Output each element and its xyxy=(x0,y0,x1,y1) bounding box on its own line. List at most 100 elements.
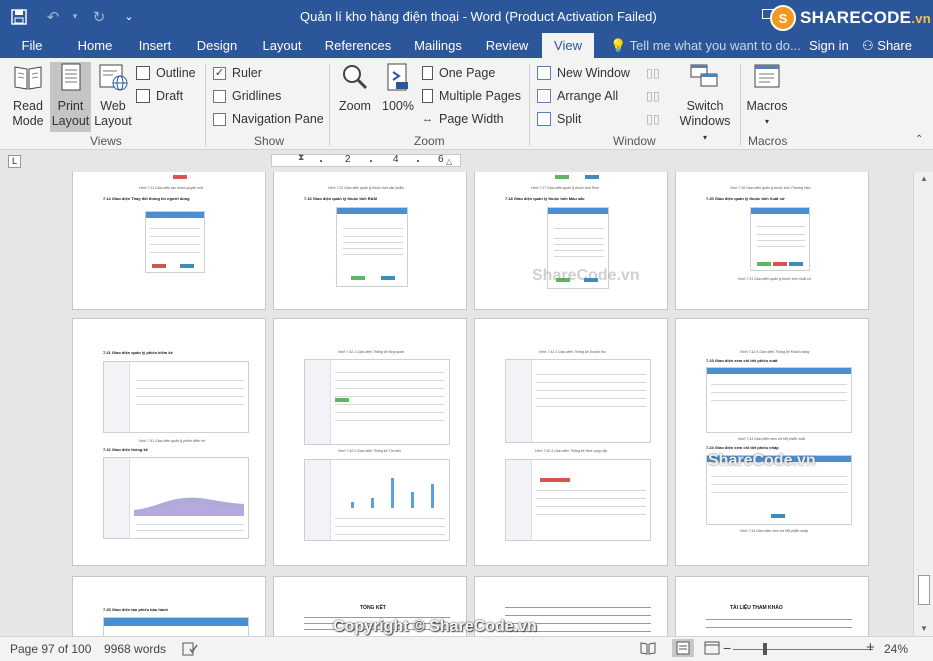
group-show-label: Show xyxy=(254,134,285,148)
web-layout-button[interactable]: Web Layout xyxy=(92,62,134,132)
sharecode-logo: S SHARECODE.vn xyxy=(770,5,931,31)
indent-marker-icon[interactable]: ⧗ xyxy=(298,152,304,163)
tab-review[interactable]: Review xyxy=(478,33,536,58)
zoom-in-icon[interactable]: + xyxy=(866,639,875,656)
page-thumbnail[interactable]: Hình 7.42.5 Giao diện Thống kê Khách hàn… xyxy=(675,318,869,566)
split-icon xyxy=(537,112,551,126)
zoom-button[interactable]: Zoom xyxy=(334,62,376,132)
print-layout-view-icon[interactable] xyxy=(672,639,694,657)
customize-qat-icon[interactable]: ⌄ xyxy=(116,0,142,33)
undo-icon[interactable]: ↶ xyxy=(38,0,68,33)
tab-references[interactable]: References xyxy=(318,33,398,58)
reset-window-position-icon[interactable]: ▯▯ xyxy=(646,109,660,129)
one-page-icon xyxy=(422,66,433,80)
screenshot-thumbnail xyxy=(505,359,651,443)
split-button[interactable]: Split xyxy=(537,109,581,129)
logo-mark-icon: S xyxy=(770,5,796,31)
screenshot-thumbnail xyxy=(304,459,450,541)
page-thumbnail[interactable]: Hình 7.28 Giao diện quản lý thuộc tính T… xyxy=(675,172,869,310)
one-page-button[interactable]: One Page xyxy=(422,63,495,83)
group-window-label: Window xyxy=(613,134,656,148)
draft-button[interactable]: Draft xyxy=(136,86,183,106)
collapse-ribbon-icon[interactable]: ⌃ xyxy=(915,134,923,145)
view-side-by-side-icon[interactable]: ▯▯ xyxy=(646,63,660,83)
title-bar: ↶ ▾ ↻ ⌄ Quản lí kho hàng điện thoại - Wo… xyxy=(0,0,933,33)
scroll-down-icon[interactable]: ▼ xyxy=(914,622,933,636)
page-thumbnail[interactable]: 7.21 Giao diện quản lý phiếu kiểm kê Hìn… xyxy=(72,318,266,566)
tab-home[interactable]: Home xyxy=(66,33,124,58)
web-layout-view-icon[interactable] xyxy=(704,641,720,658)
zoom-100-icon xyxy=(387,63,408,91)
zoom-slider-knob[interactable] xyxy=(763,643,767,655)
share-icon: ⚇ xyxy=(862,38,874,53)
read-mode-button[interactable]: Read Mode xyxy=(6,62,50,132)
sign-in-link[interactable]: Sign in xyxy=(809,33,849,58)
outline-icon xyxy=(136,66,150,80)
undo-dropdown-icon[interactable]: ▾ xyxy=(68,0,82,33)
gridlines-checkbox[interactable]: Gridlines xyxy=(213,86,281,106)
magnifier-icon xyxy=(343,65,368,90)
redo-icon[interactable]: ↻ xyxy=(82,0,116,33)
tell-me-box[interactable]: 💡 Tell me what you want to do... xyxy=(610,33,801,58)
group-macros-label: Macros xyxy=(748,134,788,148)
draft-icon xyxy=(136,89,150,103)
print-layout-icon xyxy=(61,63,80,91)
macros-icon xyxy=(754,64,780,88)
watermark: ShareCode.vn xyxy=(532,267,640,284)
print-layout-button[interactable]: Print Layout xyxy=(50,62,91,132)
multiple-pages-button[interactable]: Multiple Pages xyxy=(422,86,521,106)
quick-access-toolbar: ↶ ▾ ↻ ⌄ xyxy=(0,0,142,33)
area-chart-icon xyxy=(134,497,244,516)
switch-windows-button[interactable]: Switch Windows ▾ xyxy=(678,62,732,142)
page-thumbnail[interactable]: Hình 7.21 Giao diện tạo nhóm quyền mới 7… xyxy=(72,172,266,310)
zoom-100-button[interactable]: 100% xyxy=(378,62,418,132)
page-thumbnail[interactable]: Hình 7.27 Giao diện quản lý thuộc tính R… xyxy=(474,172,668,310)
page-thumbnail[interactable]: Hình 7.42.3 Giao diện Thống kê Doanh thu… xyxy=(474,318,668,566)
page-thumbnail[interactable]: 7.25 Giao diện tạo phiếu bảo hành xyxy=(72,576,266,636)
new-window-button[interactable]: New Window xyxy=(537,63,630,83)
word-count[interactable]: 9968 words xyxy=(104,642,166,656)
horizontal-ruler[interactable]: ⧗ 2 4 6 △ xyxy=(271,152,461,167)
zoom-out-icon[interactable]: − xyxy=(723,640,731,656)
navigation-pane-checkbox[interactable]: Navigation Pane xyxy=(213,109,324,129)
screenshot-thumbnail xyxy=(505,459,651,541)
page-count[interactable]: Page 97 of 100 xyxy=(10,642,91,656)
copyright-watermark: Copyright © ShareCode.vn xyxy=(333,618,537,635)
scroll-up-icon[interactable]: ▲ xyxy=(914,172,933,186)
chevron-down-icon: ▾ xyxy=(764,117,769,126)
ribbon-view: Read Mode Print Layout Web Layout Outlin… xyxy=(0,58,933,150)
lightbulb-icon: 💡 xyxy=(610,38,627,53)
tab-insert[interactable]: Insert xyxy=(126,33,184,58)
tab-selector[interactable]: L xyxy=(8,155,21,168)
proofing-icon[interactable] xyxy=(182,642,198,659)
ruler-checkbox[interactable]: ✓ Ruler xyxy=(213,63,262,83)
tab-layout[interactable]: Layout xyxy=(250,33,314,58)
scroll-thumb[interactable] xyxy=(918,575,930,605)
document-area[interactable]: Hình 7.21 Giao diện tạo nhóm quyền mới 7… xyxy=(0,172,913,636)
tab-design[interactable]: Design xyxy=(186,33,248,58)
outline-button[interactable]: Outline xyxy=(136,63,196,83)
page-thumbnail[interactable]: TÀI LIỆU THAM KHẢO xyxy=(675,576,869,636)
synchronous-scrolling-icon[interactable]: ▯▯ xyxy=(646,86,660,106)
web-layout-icon xyxy=(99,64,128,91)
page-width-button[interactable]: ↔ Page Width xyxy=(422,109,504,129)
page-thumbnail[interactable]: Hình 7.22 Giao diện quản lý thuộc tính s… xyxy=(273,172,467,310)
screenshot-thumbnail xyxy=(304,359,450,445)
tab-view[interactable]: View xyxy=(542,33,594,58)
new-window-icon xyxy=(537,66,551,80)
read-mode-icon xyxy=(14,66,42,90)
vertical-scrollbar[interactable]: ▲ ▼ xyxy=(913,172,933,636)
status-bar: Page 97 of 100 9968 words − + 24% xyxy=(0,636,933,661)
read-mode-view-icon[interactable] xyxy=(640,641,656,658)
zoom-level[interactable]: 24% xyxy=(884,642,908,656)
tab-mailings[interactable]: Mailings xyxy=(404,33,472,58)
share-button[interactable]: ⚇ Share xyxy=(862,33,912,58)
page-thumbnail[interactable]: Hình 7.42.1 Giao diện Thống kê tổng quan… xyxy=(273,318,467,566)
right-indent-marker-icon[interactable]: △ xyxy=(446,157,452,166)
zoom-slider[interactable] xyxy=(733,649,873,650)
macros-button[interactable]: Macros ▾ xyxy=(745,62,789,132)
arrange-all-button[interactable]: Arrange All xyxy=(537,86,618,106)
tab-file[interactable]: File xyxy=(0,33,64,58)
group-zoom-label: Zoom xyxy=(414,134,445,148)
save-icon[interactable] xyxy=(0,0,38,33)
